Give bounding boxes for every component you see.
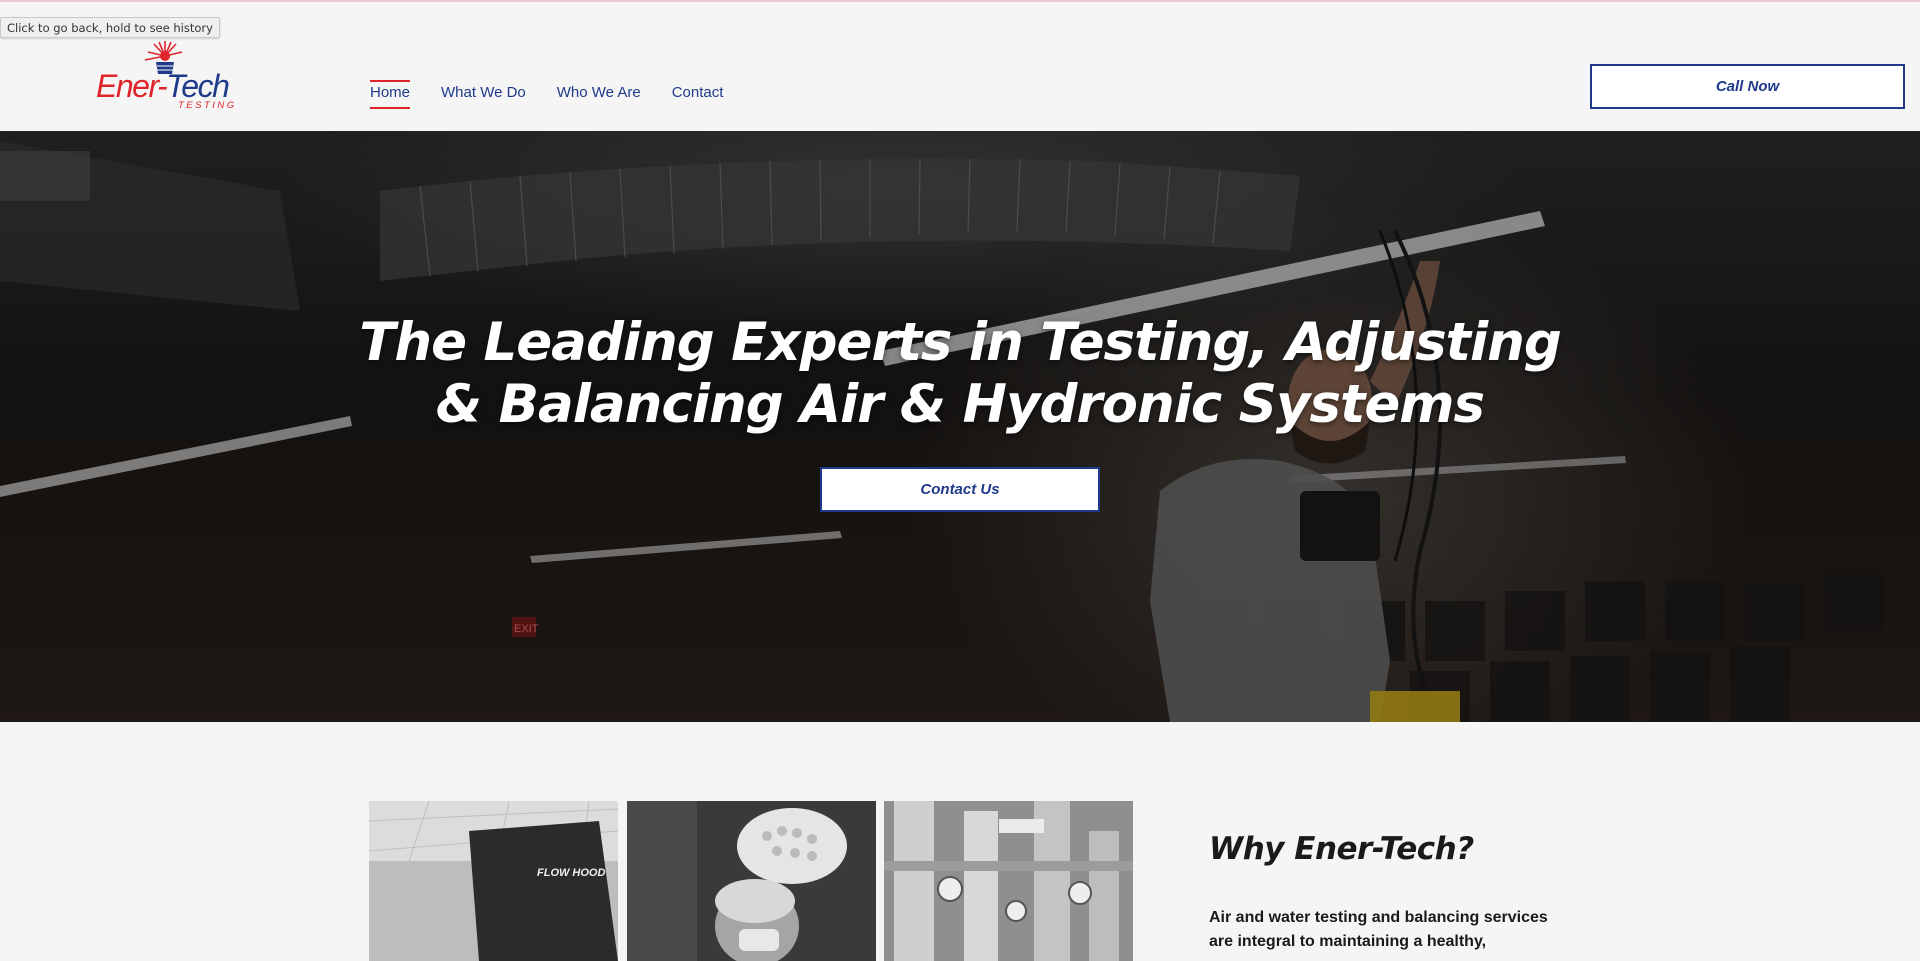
- contact-us-button[interactable]: Contact Us: [820, 467, 1100, 512]
- logo-wordmark-tech: Tech: [166, 68, 230, 104]
- nav-item-home[interactable]: Home: [370, 80, 411, 109]
- why-ener-tech-heading: Why Ener-Tech?: [1209, 831, 1474, 867]
- nav-item-contact[interactable]: Contact: [672, 84, 724, 107]
- logo-wordmark-ener: Ener-: [96, 68, 168, 104]
- hero-title-line-1: The Leading Experts in Testing, Adjustin…: [359, 312, 1562, 373]
- svg-text:FLOW HOOD: FLOW HOOD: [537, 867, 605, 879]
- site-header: Ener-Tech TESTING Home What We Do Who We…: [0, 0, 1920, 131]
- nav-item-what-we-do[interactable]: What We Do: [441, 84, 526, 107]
- main-nav: Home What We Do Who We Are Contact: [370, 80, 754, 109]
- nav-item-who-we-are[interactable]: Who We Are: [557, 84, 641, 107]
- call-now-button[interactable]: Call Now: [1590, 64, 1905, 109]
- surgeon-photo: [627, 801, 876, 961]
- hero-title: The Leading Experts in Testing, Adjustin…: [0, 312, 1920, 436]
- logo-subtitle: TESTING: [178, 100, 237, 111]
- hero-title-line-2: & Balancing Air & Hydronic Systems: [435, 374, 1485, 435]
- hero-section: EXIT The Leading Experts in Testing, Adj…: [0, 131, 1920, 722]
- why-ener-tech-body: Air and water testing and balancing serv…: [1209, 909, 1548, 950]
- back-button-tooltip: Click to go back, hold to see history: [0, 17, 220, 38]
- fume-hood-photo: FLOW HOOD: [369, 801, 618, 961]
- mechanical-room-photo: [884, 801, 1133, 961]
- ener-tech-logo[interactable]: Ener-Tech TESTING: [96, 40, 254, 112]
